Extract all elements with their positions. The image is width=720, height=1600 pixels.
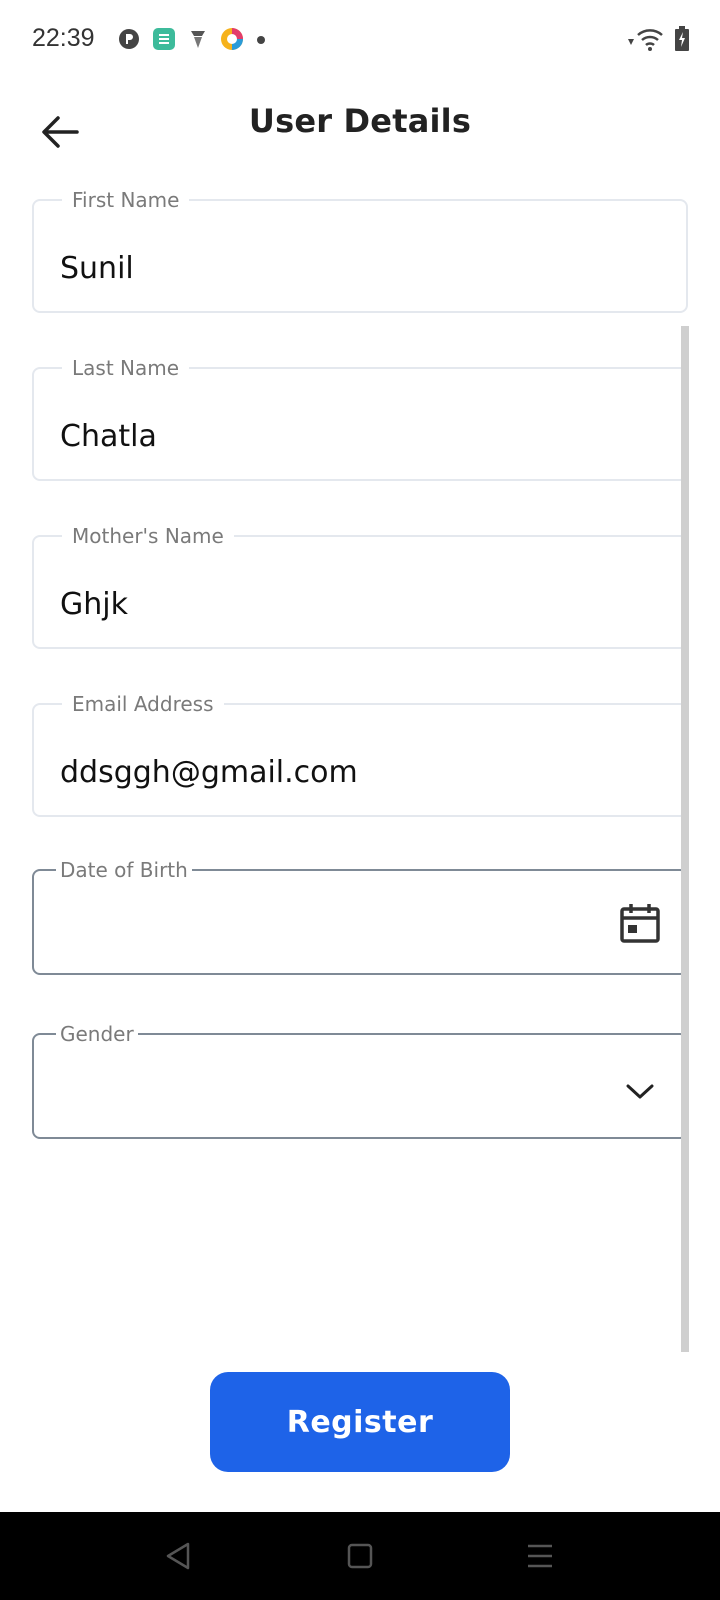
wifi-icon [626,25,666,58]
calendar-button[interactable] [618,901,662,945]
status-system-icons [626,25,690,58]
mothers-name-value[interactable]: Ghjk [60,587,640,622]
nav-back-button[interactable] [158,1536,198,1576]
calendar-icon [620,904,660,943]
page-title: User Details [248,102,472,140]
chevron-down-icon [626,1084,654,1099]
last-name-label: Last Name [62,355,190,381]
home-square-icon [347,1543,373,1569]
back-triangle-icon [166,1542,190,1570]
status-notification-icons [118,27,266,56]
date-of-birth-field[interactable]: Date of Birth [32,857,688,975]
dot-icon [256,32,266,50]
nav-menu-button[interactable] [520,1536,560,1576]
menu-lines-icon [528,1544,552,1568]
date-of-birth-label: Date of Birth [56,857,192,883]
status-time: 22:39 [32,24,95,52]
app-header: User Details [0,92,720,182]
battery-charging-icon [674,25,690,57]
last-name-value[interactable]: Chatla [60,419,640,454]
last-name-field[interactable]: Last Name Chatla [32,355,688,481]
system-nav-bar [0,1512,720,1600]
first-name-value[interactable]: Sunil [60,251,640,286]
circle-p-icon [118,28,140,55]
gem-icon [188,28,208,55]
email-field[interactable]: Email Address ddsggh@gmail.com [32,691,688,817]
form-scrollbar[interactable] [681,326,689,1352]
nav-home-button[interactable] [340,1536,380,1576]
first-name-field[interactable]: First Name Sunil [32,187,688,313]
gender-dropdown-toggle[interactable] [618,1069,662,1113]
mothers-name-label: Mother's Name [62,523,234,549]
app-green-icon [152,27,176,56]
gender-label: Gender [56,1021,138,1047]
first-name-label: First Name [62,187,190,213]
register-button[interactable]: Register [210,1372,510,1472]
email-label: Email Address [62,691,224,717]
mothers-name-field[interactable]: Mother's Name Ghjk [32,523,688,649]
status-bar: 22:39 [0,0,720,82]
email-value[interactable]: ddsggh@gmail.com [60,755,640,790]
colorful-app-icon [220,27,244,56]
gender-field[interactable]: Gender [32,1021,688,1139]
